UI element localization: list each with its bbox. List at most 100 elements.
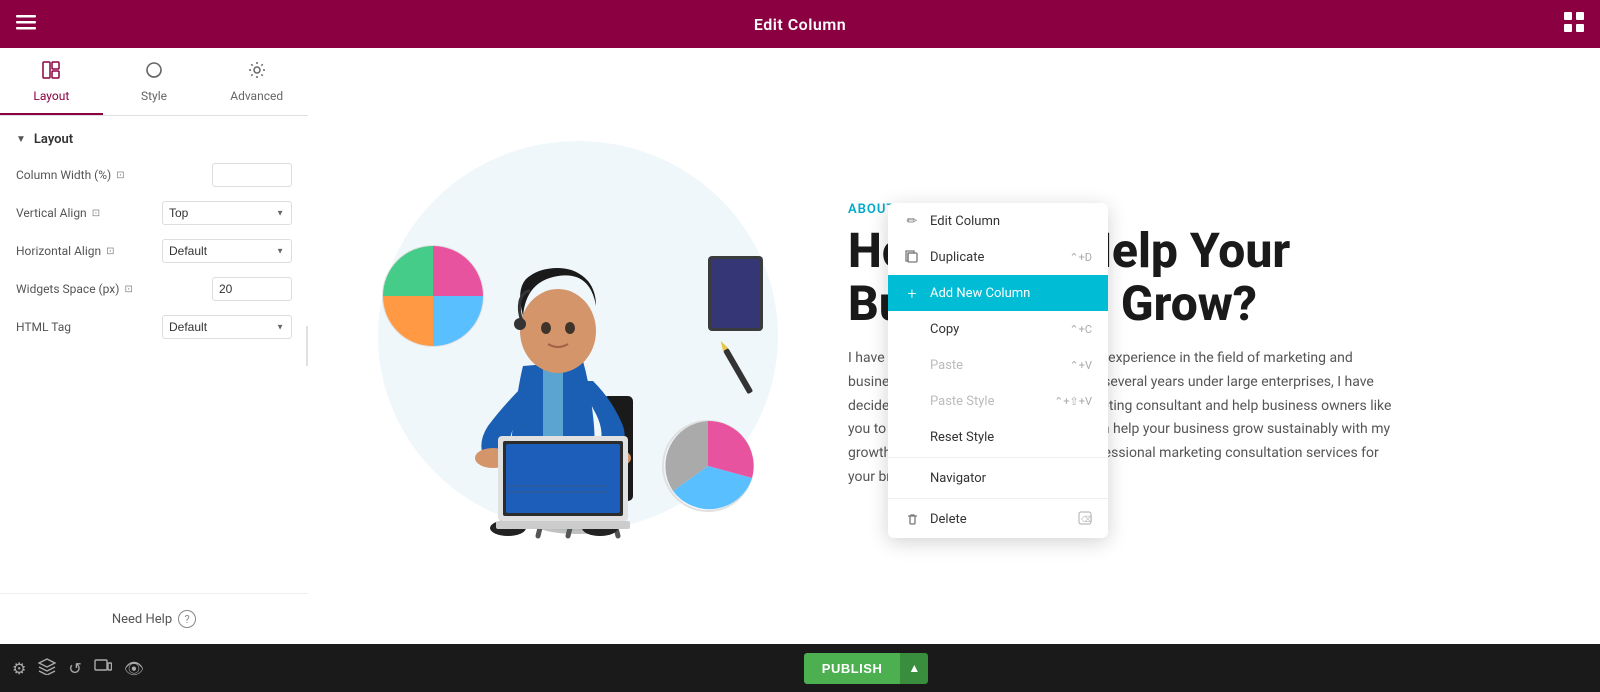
vertical-align-select-wrapper: Top Middle Bottom: [162, 201, 292, 225]
html-tag-label-text: HTML Tag: [16, 320, 71, 334]
need-help-label: Need Help: [112, 612, 172, 627]
duplicate-icon: [904, 249, 920, 265]
tab-style[interactable]: Style: [103, 48, 206, 115]
reset-style-icon: [904, 429, 920, 445]
vertical-align-icon: ⊡: [92, 208, 100, 219]
grid-icon[interactable]: [1564, 12, 1584, 36]
person-illustration: [348, 96, 808, 576]
preview-icon[interactable]: 👁: [124, 659, 144, 678]
hamburger-icon[interactable]: [16, 12, 36, 36]
ctx-add-new-column[interactable]: + Add New Column: [888, 275, 1108, 311]
horizontal-align-select-wrapper: Default Left Center Right: [162, 239, 292, 263]
add-column-icon: +: [904, 285, 920, 301]
ctx-paste-style-shortcut: ⌃+⇧+V: [1054, 395, 1092, 408]
left-image-column: [348, 96, 808, 596]
ctx-divider-1: [888, 457, 1108, 458]
ctx-navigator[interactable]: Navigator: [888, 460, 1108, 496]
horizontal-align-label: Horizontal Align ⊡: [16, 244, 162, 258]
sidebar: Layout Style Advanced: [0, 48, 308, 644]
edit-column-icon: ✏: [904, 213, 920, 229]
publish-button[interactable]: PUBLISH: [804, 653, 901, 684]
settings-icon[interactable]: ⚙: [12, 659, 26, 678]
copy-icon: [904, 321, 920, 337]
layout-section-header[interactable]: ▼ Layout: [16, 132, 292, 147]
vertical-align-label-text: Vertical Align: [16, 206, 87, 220]
ctx-paste-style[interactable]: Paste Style ⌃+⇧+V: [888, 383, 1108, 419]
ctx-delete-label: Delete: [930, 512, 967, 527]
tab-style-label: Style: [141, 89, 167, 103]
column-width-input[interactable]: [212, 163, 292, 187]
widgets-space-label-text: Widgets Space (px): [16, 282, 119, 296]
advanced-icon: [247, 60, 267, 85]
horizontal-align-icon: ⊡: [106, 246, 114, 257]
tab-layout[interactable]: Layout: [0, 48, 103, 115]
ctx-copy[interactable]: Copy ⌃+C: [888, 311, 1108, 347]
ctx-reset-style-label: Reset Style: [930, 430, 994, 445]
style-icon: [144, 60, 164, 85]
history-icon[interactable]: ↺: [68, 659, 81, 678]
publish-group: PUBLISH ▲: [804, 653, 928, 684]
ctx-duplicate-shortcut: ⌃+D: [1069, 251, 1092, 264]
tabs-bar: Layout Style Advanced: [0, 48, 308, 116]
help-icon: ?: [178, 610, 196, 628]
html-tag-row: HTML Tag Default div header footer main …: [16, 315, 292, 339]
ctx-copy-shortcut: ⌃+C: [1069, 323, 1092, 336]
ctx-paste[interactable]: Paste ⌃+V: [888, 347, 1108, 383]
tab-advanced[interactable]: Advanced: [205, 48, 308, 115]
ctx-paste-shortcut: ⌃+V: [1070, 359, 1092, 372]
ctx-paste-label: Paste: [930, 358, 963, 373]
ctx-delete-shortcut: ⌫: [1078, 511, 1092, 528]
section-chevron-icon: ▼: [16, 134, 26, 145]
horizontal-align-label-text: Horizontal Align: [16, 244, 101, 258]
bottom-toolbar: ⚙ ↺ 👁 PUBLISH ▲: [0, 644, 1600, 692]
vertical-align-select[interactable]: Top Middle Bottom: [162, 201, 292, 225]
paste-style-icon: [904, 393, 920, 409]
ctx-paste-style-label: Paste Style: [930, 394, 994, 409]
column-width-label: Column Width (%) ⊡: [16, 168, 212, 182]
section-header-label: Layout: [34, 132, 73, 147]
toolbar-left: ⚙ ↺ 👁: [12, 657, 144, 679]
responsive-icon[interactable]: [94, 657, 112, 679]
ctx-divider-2: [888, 498, 1108, 499]
layers-icon[interactable]: [38, 657, 56, 679]
column-width-label-text: Column Width (%): [16, 168, 111, 182]
horizontal-align-row: Horizontal Align ⊡ Default Left Center R…: [16, 239, 292, 263]
widgets-space-input[interactable]: [212, 277, 292, 301]
ctx-duplicate[interactable]: Duplicate ⌃+D: [888, 239, 1108, 275]
publish-dropdown-button[interactable]: ▲: [900, 653, 928, 684]
ctx-navigator-label: Navigator: [930, 471, 986, 486]
ctx-edit-column[interactable]: ✏ Edit Column: [888, 203, 1108, 239]
ctx-delete[interactable]: Delete ⌫: [888, 501, 1108, 538]
top-bar: Edit Column: [0, 0, 1600, 48]
html-tag-select[interactable]: Default div header footer main section a…: [162, 315, 292, 339]
need-help-section[interactable]: Need Help ?: [0, 593, 308, 644]
ctx-copy-label: Copy: [930, 322, 959, 337]
layout-icon: [41, 60, 61, 85]
navigator-icon: [904, 470, 920, 486]
horizontal-align-select[interactable]: Default Left Center Right: [162, 239, 292, 263]
context-menu: ✏ Edit Column Duplicate ⌃: [888, 203, 1108, 538]
canvas-inner: ABOUT ME How Can I Help Your Business To…: [308, 48, 1600, 644]
sidebar-content: ▼ Layout Column Width (%) ⊡ Vertical Ali…: [0, 116, 308, 593]
column-width-row: Column Width (%) ⊡: [16, 163, 292, 187]
widgets-space-icon: ⊡: [124, 284, 132, 295]
ctx-edit-column-label: Edit Column: [930, 214, 1000, 229]
widgets-space-label: Widgets Space (px) ⊡: [16, 282, 212, 296]
delete-icon: [904, 512, 920, 528]
html-tag-select-wrapper: Default div header footer main section a…: [162, 315, 292, 339]
html-tag-label: HTML Tag: [16, 320, 162, 334]
ctx-reset-style[interactable]: Reset Style: [888, 419, 1108, 455]
tab-layout-label: Layout: [33, 89, 69, 103]
canvas-area: ABOUT ME How Can I Help Your Business To…: [308, 48, 1600, 644]
ctx-add-new-column-label: Add New Column: [930, 286, 1030, 301]
tab-advanced-label: Advanced: [230, 89, 283, 103]
column-width-icon: ⊡: [116, 170, 124, 181]
svg-text:⌫: ⌫: [1081, 515, 1092, 524]
widgets-space-row: Widgets Space (px) ⊡: [16, 277, 292, 301]
vertical-align-row: Vertical Align ⊡ Top Middle Bottom: [16, 201, 292, 225]
collapse-handle[interactable]: ‹: [306, 326, 308, 366]
paste-icon: [904, 357, 920, 373]
vertical-align-label: Vertical Align ⊡: [16, 206, 162, 220]
page-title: Edit Column: [754, 15, 846, 34]
ctx-duplicate-label: Duplicate: [930, 250, 984, 265]
